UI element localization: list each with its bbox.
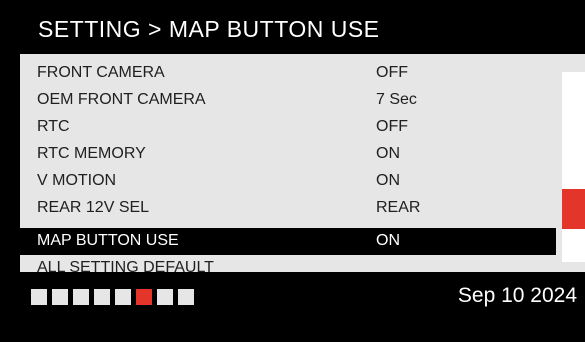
page-dot bbox=[31, 289, 47, 305]
menu-item-map-button-use[interactable]: MAP BUTTON USE ON bbox=[20, 228, 556, 255]
page-dot bbox=[73, 289, 89, 305]
menu-item-value: REAR bbox=[376, 199, 421, 216]
menu-item-label: REAR 12V SEL bbox=[37, 199, 150, 216]
page-dot bbox=[52, 289, 68, 305]
page-indicator bbox=[31, 289, 199, 305]
menu-item-label: RTC bbox=[37, 118, 70, 135]
menu-item-value: ON bbox=[376, 145, 400, 162]
menu-item-front-camera[interactable]: FRONT CAMERA OFF bbox=[20, 60, 556, 87]
settings-screen: SETTING > MAP BUTTON USE FRONT CAMERA OF… bbox=[20, 0, 585, 342]
settings-menu: FRONT CAMERA OFF OEM FRONT CAMERA 7 Sec … bbox=[20, 54, 585, 276]
menu-item-label: FRONT CAMERA bbox=[37, 64, 165, 81]
menu-item-label: V MOTION bbox=[37, 172, 117, 189]
menu-item-value: 7 Sec bbox=[376, 91, 417, 108]
page-title: SETTING > MAP BUTTON USE bbox=[38, 16, 380, 42]
menu-item-v-motion[interactable]: V MOTION ON bbox=[20, 168, 556, 195]
menu-item-value: ON bbox=[376, 232, 400, 249]
menu-item-rtc-memory[interactable]: RTC MEMORY ON bbox=[20, 141, 556, 168]
page-dot bbox=[94, 289, 110, 305]
menu-item-value: OFF bbox=[376, 118, 408, 135]
menu-item-label: RTC MEMORY bbox=[37, 145, 146, 162]
page-dot bbox=[178, 289, 194, 305]
menu-item-value: ON bbox=[376, 172, 400, 189]
menu-item-oem-front-camera[interactable]: OEM FRONT CAMERA 7 Sec bbox=[20, 87, 556, 114]
scrollbar-thumb[interactable] bbox=[562, 189, 585, 229]
date-display: Sep 10 2024 bbox=[457, 284, 577, 307]
menu-item-rtc[interactable]: RTC OFF bbox=[20, 114, 556, 141]
page-dot bbox=[157, 289, 173, 305]
menu-item-rear-12v-sel[interactable]: REAR 12V SEL REAR bbox=[20, 195, 556, 222]
scrollbar[interactable] bbox=[562, 72, 585, 262]
menu-item-label: MAP BUTTON USE bbox=[37, 232, 179, 249]
menu-item-value: OFF bbox=[376, 64, 408, 81]
menu-item-label: OEM FRONT CAMERA bbox=[37, 91, 206, 108]
page-dot-active bbox=[136, 289, 152, 305]
title-bar: SETTING > MAP BUTTON USE bbox=[20, 0, 585, 54]
page-dot bbox=[115, 289, 131, 305]
